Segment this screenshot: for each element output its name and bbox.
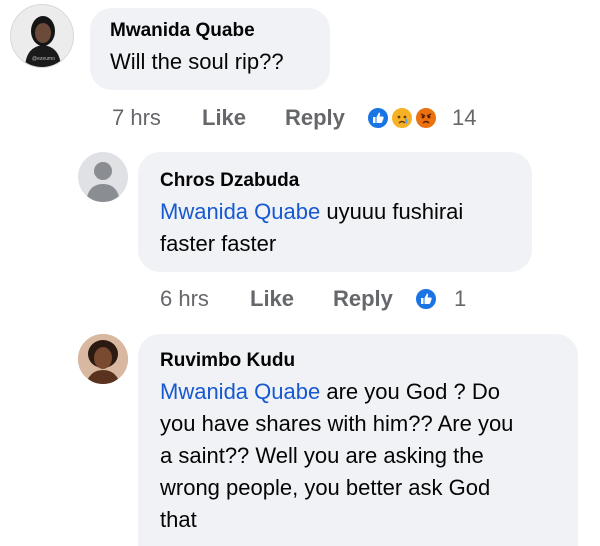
comment-text: Mwanida Quabe uyuuu fushirai faster fast…: [160, 199, 464, 256]
profile-photo-icon: @ezeumo: [11, 5, 73, 67]
reply-button[interactable]: Reply: [333, 286, 393, 312]
avatar[interactable]: [78, 334, 128, 384]
reaction-count: 1: [454, 286, 467, 311]
comment-author[interactable]: Mwanida Quabe: [110, 20, 255, 42]
like-button[interactable]: Like: [250, 286, 294, 312]
angry-icon: [414, 106, 438, 130]
sad-icon: [390, 106, 414, 130]
avatar[interactable]: @ezeumo: [10, 4, 74, 68]
like-icon: [414, 287, 438, 311]
comment-timestamp[interactable]: 7 hrs: [112, 105, 161, 131]
svg-text:@ezeumo: @ezeumo: [32, 56, 55, 62]
reply-button[interactable]: Reply: [285, 105, 345, 131]
comment-author[interactable]: Ruvimbo Kudu: [160, 350, 295, 372]
profile-photo-icon: [78, 334, 128, 384]
comment-text: Will the soul rip??: [110, 49, 284, 74]
comment-text: Mwanida Quabe are you God ? Do you have …: [160, 379, 514, 532]
like-button[interactable]: Like: [202, 105, 246, 131]
comment-timestamp[interactable]: 6 hrs: [160, 286, 209, 312]
mention-link[interactable]: Mwanida Quabe: [160, 199, 320, 224]
reaction-count: 14: [452, 105, 477, 130]
avatar[interactable]: [78, 152, 128, 202]
mention-link[interactable]: Mwanida Quabe: [160, 379, 320, 404]
like-icon: [366, 106, 390, 130]
default-user-icon: [86, 162, 120, 202]
reaction-summary[interactable]: 14: [366, 105, 476, 132]
reaction-summary[interactable]: 1: [414, 286, 474, 313]
comment-author[interactable]: Chros Dzabuda: [160, 170, 299, 192]
